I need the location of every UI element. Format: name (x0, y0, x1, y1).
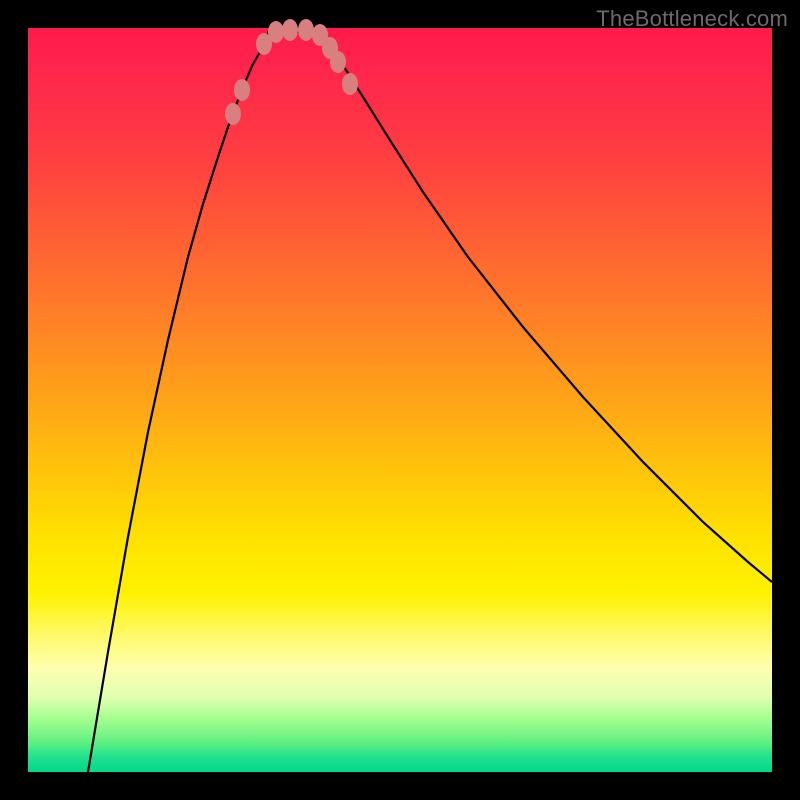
curve-path (88, 32, 772, 772)
curve-marker (225, 103, 241, 125)
curve-marker (342, 73, 358, 95)
chart-frame: TheBottleneck.com (0, 0, 800, 800)
curve-marker (330, 51, 346, 73)
bottleneck-curve (28, 28, 772, 772)
plot-area (28, 28, 772, 772)
curve-marker (234, 79, 250, 101)
curve-marker (282, 19, 298, 41)
watermark-text: TheBottleneck.com (596, 6, 788, 32)
